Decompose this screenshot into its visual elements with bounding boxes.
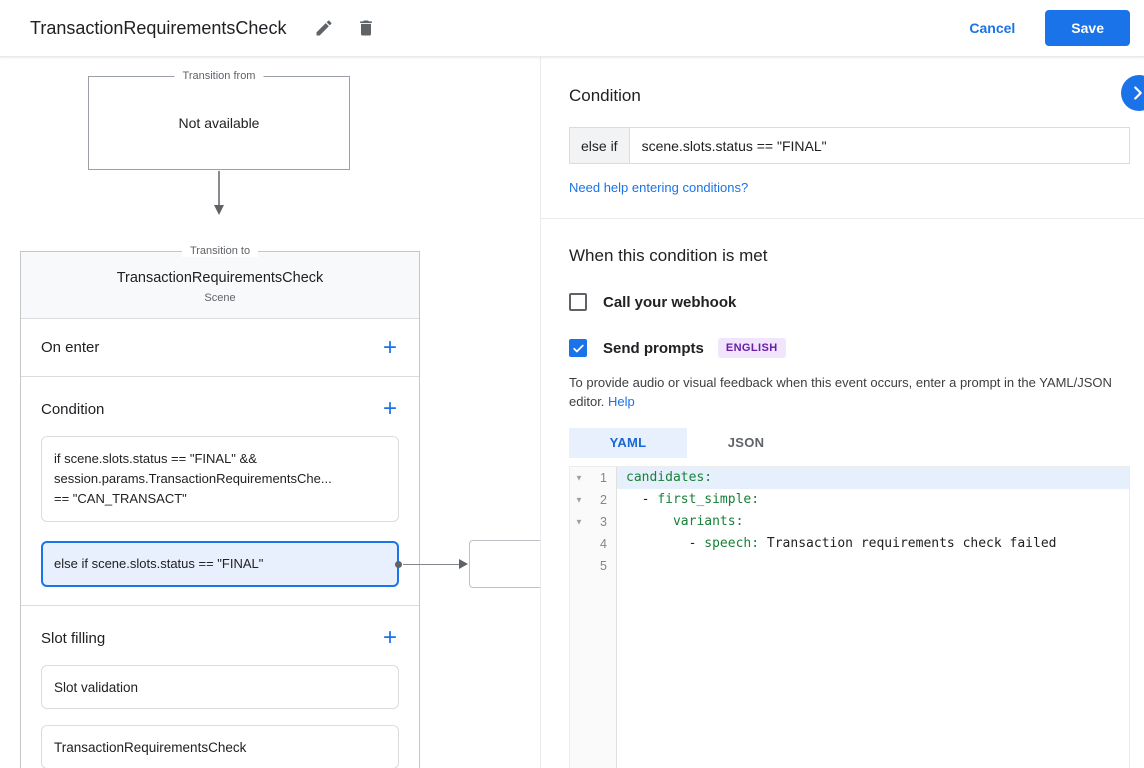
prompt-description: To provide audio or visual feedback when… — [569, 374, 1130, 412]
send-prompts-checkbox[interactable] — [569, 339, 587, 357]
trash-icon — [356, 18, 376, 38]
condition-text-line: else if scene.slots.status == "FINAL" — [54, 554, 386, 574]
code-line[interactable]: - first_simple: — [617, 489, 1129, 511]
slot-filling-section: Slot filling + Slot validation Transacti… — [21, 606, 419, 768]
code-line[interactable]: candidates: — [617, 467, 1129, 489]
condition-expression-input[interactable] — [630, 127, 1130, 164]
send-prompts-label: Send prompts — [603, 340, 704, 357]
pencil-icon — [314, 18, 334, 38]
code-line[interactable]: variants: — [617, 511, 1129, 533]
page-title: TransactionRequirementsCheck — [30, 18, 286, 39]
conditions-help-link[interactable]: Need help entering conditions? — [569, 180, 748, 195]
slot-item[interactable]: TransactionRequirementsCheck — [41, 725, 399, 768]
condition-item[interactable]: if scene.slots.status == "FINAL" && sess… — [41, 436, 399, 522]
fold-arrow-icon[interactable]: ▼ — [575, 495, 583, 504]
condition-editor-panel: Condition else if Need help entering con… — [540, 57, 1144, 768]
transition-from-node[interactable]: Transition from Not available — [88, 76, 350, 170]
condition-section: Condition + if scene.slots.status == "FI… — [21, 377, 419, 606]
editor-gutter: ▼1▼2▼345 — [570, 467, 617, 768]
gutter-line-number: ▼2 — [570, 489, 616, 511]
code-line[interactable] — [617, 555, 1129, 577]
app-header: TransactionRequirementsCheck Cancel Save — [0, 0, 1144, 57]
add-on-enter-button[interactable]: + — [381, 336, 399, 360]
scene-type-label: Scene — [33, 292, 407, 304]
fold-arrow-icon[interactable]: ▼ — [575, 473, 583, 482]
edit-title-button[interactable] — [308, 12, 340, 44]
cancel-button[interactable]: Cancel — [969, 20, 1015, 36]
condition-section-label: Condition — [41, 401, 104, 418]
yaml-code-editor[interactable]: ▼1▼2▼345 candidates: - first_simple: var… — [569, 466, 1130, 768]
prompt-help-link[interactable]: Help — [608, 394, 635, 409]
fold-arrow-icon[interactable]: ▼ — [575, 517, 583, 526]
delete-scene-button[interactable] — [350, 12, 382, 44]
gutter-line-number: ▼1 — [570, 467, 616, 489]
gutter-line-number: 5 — [570, 555, 616, 577]
transition-arrow-icon — [211, 171, 227, 217]
editor-format-tabs: YAML JSON — [569, 428, 1130, 458]
panel-title: Condition — [569, 57, 1130, 106]
scene-card-header: TransactionRequirementsCheck Scene — [21, 252, 419, 319]
send-prompts-row: Send prompts ENGLISH — [569, 338, 1130, 358]
add-slot-button[interactable]: + — [381, 626, 399, 650]
condition-prefix-label: else if — [569, 127, 630, 164]
code-line[interactable]: - speech: Transaction requirements check… — [617, 533, 1129, 555]
chevron-right-icon — [1127, 82, 1144, 104]
language-badge: ENGLISH — [718, 338, 786, 358]
on-enter-section: On enter + — [21, 319, 419, 377]
slot-filling-label: Slot filling — [41, 630, 105, 647]
gutter-line-number: 4 — [570, 533, 616, 555]
tab-yaml[interactable]: YAML — [569, 428, 687, 458]
transition-from-value: Not available — [89, 77, 349, 169]
slot-item[interactable]: Slot validation — [41, 665, 399, 709]
prompt-description-text: To provide audio or visual feedback when… — [569, 375, 1112, 409]
save-button[interactable]: Save — [1045, 10, 1130, 46]
condition-text-line: session.params.TransactionRequirementsCh… — [54, 469, 386, 489]
gutter-line-number: ▼3 — [570, 511, 616, 533]
transition-to-label: Transition to — [182, 245, 258, 257]
add-condition-button[interactable]: + — [381, 397, 399, 421]
connector-arrow-icon — [459, 559, 468, 569]
transition-from-label: Transition from — [175, 70, 264, 82]
scene-card[interactable]: Transition to TransactionRequirementsChe… — [20, 251, 420, 768]
scene-graph-canvas: Transition from Not available Transition… — [0, 57, 540, 768]
condition-item-selected[interactable]: else if scene.slots.status == "FINAL" — [41, 541, 399, 587]
editor-code[interactable]: candidates: - first_simple: variants: - … — [617, 467, 1129, 768]
scene-name: TransactionRequirementsCheck — [33, 270, 407, 286]
when-met-title: When this condition is met — [569, 219, 1130, 266]
tab-json[interactable]: JSON — [687, 428, 805, 458]
transition-target-node[interactable] — [469, 540, 540, 588]
call-webhook-label: Call your webhook — [603, 294, 736, 311]
call-webhook-checkbox[interactable] — [569, 293, 587, 311]
on-enter-label: On enter — [41, 339, 99, 356]
connector-line — [403, 564, 461, 565]
condition-text-line: if scene.slots.status == "FINAL" && — [54, 449, 386, 469]
condition-expression-row: else if — [569, 127, 1130, 164]
connector-dot — [395, 561, 402, 568]
webhook-row: Call your webhook — [569, 293, 1130, 311]
condition-text-line: == "CAN_TRANSACT" — [54, 489, 386, 509]
